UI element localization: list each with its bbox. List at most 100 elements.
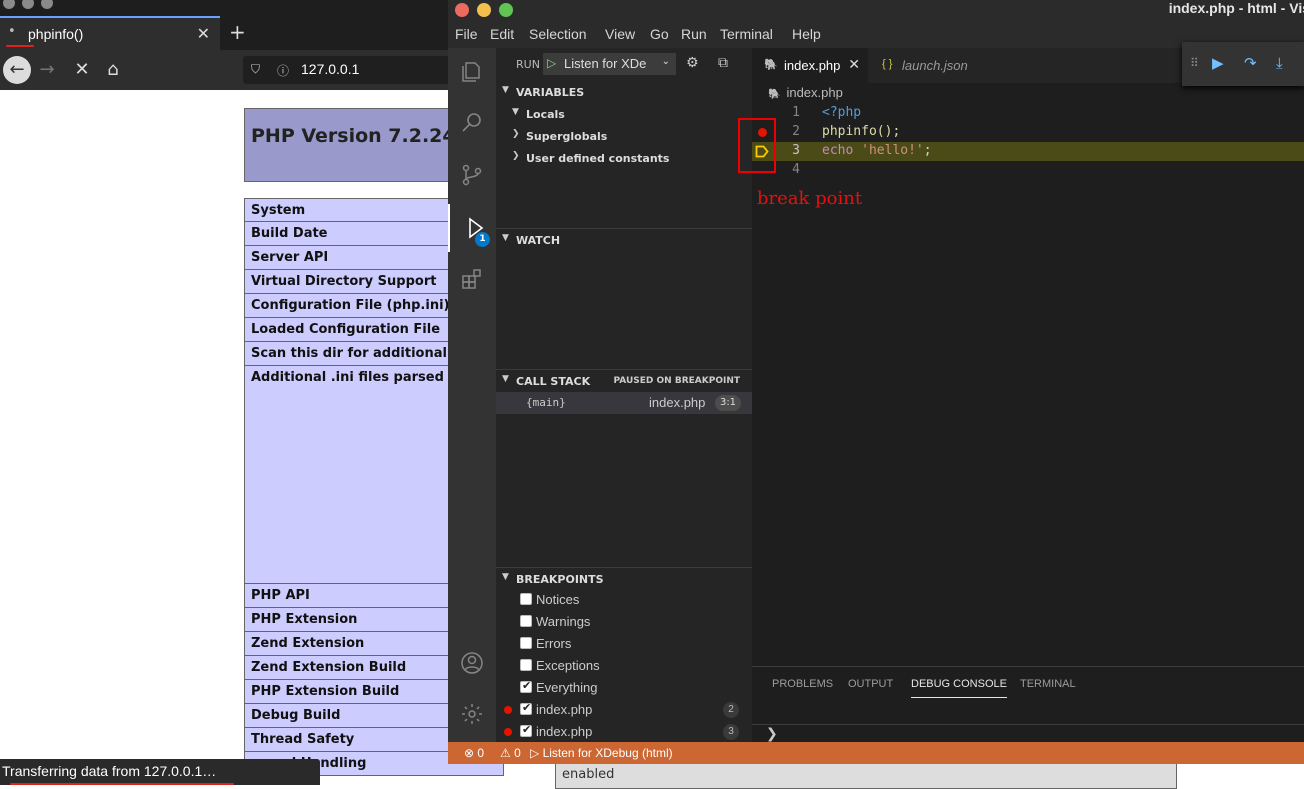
start-debugging-icon[interactable]: ▷ xyxy=(547,56,556,70)
breakpoints-section-header[interactable]: ▼ BREAKPOINTS xyxy=(496,568,752,590)
breakpoint-checkbox[interactable] xyxy=(520,593,532,605)
tab-problems[interactable]: PROBLEMS xyxy=(772,678,833,690)
gear-icon[interactable]: ⚙ xyxy=(686,55,699,71)
line-number: 4 xyxy=(792,162,800,177)
stop-loading-button[interactable]: ✕ xyxy=(68,56,96,84)
menu-run[interactable]: Run xyxy=(681,26,707,42)
call-stack-frame[interactable]: {main} index.php 3:1 xyxy=(496,392,752,414)
step-into-icon[interactable]: ⤓ xyxy=(1276,54,1283,72)
close-tab-icon[interactable]: ✕ xyxy=(848,56,860,73)
tab-label: index.php xyxy=(784,58,841,73)
minimize-window-button[interactable] xyxy=(22,0,34,9)
continue-icon[interactable]: ▶ xyxy=(1212,54,1224,72)
variables-section-header[interactable]: ▼ VARIABLES xyxy=(496,81,752,103)
breakpoint-label: Errors xyxy=(536,636,572,651)
breakpoint-item[interactable]: Exceptions xyxy=(496,655,752,677)
tab-launch-json[interactable]: { } launch.json xyxy=(870,48,980,83)
section-title: BREAKPOINTS xyxy=(516,573,604,586)
browser-tab-phpinfo[interactable]: • phpinfo() ✕ xyxy=(0,16,220,50)
run-toolbar: RUN ▷ Listen for XDe ⌄ ⚙ ⧉ xyxy=(496,48,752,80)
menu-view[interactable]: View xyxy=(605,26,635,42)
divider xyxy=(752,724,1304,725)
drag-handle-icon[interactable]: ⠿ xyxy=(1190,56,1199,70)
settings-gear-icon[interactable] xyxy=(448,690,496,738)
watch-section-header[interactable]: ▼ WATCH xyxy=(496,229,752,251)
code-text: echo 'hello!'; xyxy=(822,143,932,158)
errors-count[interactable]: ⊗ 0 xyxy=(464,746,484,760)
breakpoint-label: Exceptions xyxy=(536,658,600,673)
breakpoint-item[interactable]: index.php 2 xyxy=(496,699,752,721)
php-version-title: PHP Version 7.2.24- xyxy=(251,125,464,147)
menu-help[interactable]: Help xyxy=(792,26,821,42)
source-control-icon[interactable] xyxy=(448,151,496,199)
menu-file[interactable]: File xyxy=(455,26,478,42)
frame-function: {main} xyxy=(526,396,566,409)
explorer-icon[interactable] xyxy=(448,48,496,96)
breakpoint-item[interactable]: Notices xyxy=(496,589,752,611)
section-title: VARIABLES xyxy=(516,86,585,99)
chevron-right-icon: ❯ xyxy=(512,129,520,139)
chevron-down-icon: ⌄ xyxy=(661,56,670,67)
tab-title: phpinfo() xyxy=(28,26,84,42)
breakpoint-item[interactable]: Warnings xyxy=(496,611,752,633)
breakpoint-checkbox[interactable] xyxy=(520,701,532,715)
code-line[interactable]: 2 phpinfo(); xyxy=(752,123,1304,142)
section-title: WATCH xyxy=(516,234,561,247)
debug-console-input[interactable]: ❯ xyxy=(766,726,778,742)
breakpoint-item[interactable]: Errors xyxy=(496,633,752,655)
code-line-current[interactable]: 3 echo 'hello!'; xyxy=(752,142,1304,161)
debug-console-icon[interactable]: ⧉ xyxy=(718,55,728,71)
vscode-window: index.php - html - Vis File Edit Selecti… xyxy=(448,0,1304,764)
accounts-icon[interactable] xyxy=(448,639,496,687)
breakpoint-label: Everything xyxy=(536,680,598,695)
breadcrumb-file: index.php xyxy=(786,85,843,100)
breakpoint-label: Warnings xyxy=(536,614,591,629)
tab-terminal[interactable]: TERMINAL xyxy=(1020,678,1076,690)
breadcrumb[interactable]: 🐘 index.php xyxy=(768,85,843,100)
breakpoint-item[interactable]: Everything xyxy=(496,677,752,699)
menu-selection[interactable]: Selection xyxy=(529,26,587,42)
warnings-count[interactable]: ⚠ 0 xyxy=(500,746,521,760)
breakpoint-dot-icon xyxy=(504,706,512,714)
extensions-icon[interactable] xyxy=(448,255,496,303)
new-tab-button[interactable]: + xyxy=(229,22,246,42)
browser-status-bar: Transferring data from 127.0.0.1… xyxy=(0,759,320,785)
breakpoint-checkbox[interactable] xyxy=(520,723,532,737)
forward-button[interactable]: → xyxy=(33,56,61,84)
tab-close-icon[interactable]: ✕ xyxy=(197,24,210,43)
breakpoint-checkbox[interactable] xyxy=(520,659,532,671)
close-window-button[interactable] xyxy=(455,3,469,17)
step-over-icon[interactable]: ↷ xyxy=(1244,54,1257,72)
chevron-right-icon: ❯ xyxy=(512,151,520,161)
call-stack-section-header[interactable]: ▼ CALL STACK PAUSED ON BREAKPOINT xyxy=(496,370,752,392)
launch-config-select[interactable]: ▷ Listen for XDe ⌄ xyxy=(543,53,676,75)
tab-index-php[interactable]: 🐘 index.php ✕ xyxy=(752,48,868,83)
minimize-window-button[interactable] xyxy=(477,3,491,17)
search-icon[interactable] xyxy=(448,98,496,146)
debug-session-status[interactable]: ▷ Listen for XDebug (html) xyxy=(530,746,673,760)
back-button[interactable]: ← xyxy=(3,56,31,84)
home-button[interactable]: ⌂ xyxy=(99,56,127,84)
menu-terminal[interactable]: Terminal xyxy=(720,26,773,42)
maximize-window-button[interactable] xyxy=(499,3,513,17)
site-info-icon[interactable]: ⓘ xyxy=(277,62,289,79)
tab-output[interactable]: OUTPUT xyxy=(848,678,893,690)
breakpoint-item[interactable]: index.php 3 xyxy=(496,721,752,743)
breakpoint-label: index.php xyxy=(536,724,593,739)
code-line[interactable]: 4 xyxy=(752,161,1304,180)
line-number: 2 xyxy=(792,124,800,139)
menu-go[interactable]: Go xyxy=(650,26,669,42)
tab-debug-console[interactable]: DEBUG CONSOLE xyxy=(911,678,1007,698)
debug-toolbar: ⠿ ▶ ↷ ⤓ xyxy=(1182,42,1304,86)
tracking-shield-icon[interactable]: ⛉ xyxy=(251,62,260,77)
close-window-button[interactable] xyxy=(3,0,15,9)
breakpoint-checkbox[interactable] xyxy=(520,615,532,627)
run-debug-icon[interactable]: 1 xyxy=(448,204,496,252)
breakpoint-checkbox[interactable] xyxy=(520,637,532,649)
breakpoint-line-badge: 2 xyxy=(723,702,739,718)
menu-edit[interactable]: Edit xyxy=(490,26,514,42)
breakpoint-checkbox[interactable] xyxy=(520,679,532,693)
code-line[interactable]: 1 <?php xyxy=(752,104,1304,123)
maximize-window-button[interactable] xyxy=(41,0,53,9)
scope-label: Superglobals xyxy=(526,130,608,143)
